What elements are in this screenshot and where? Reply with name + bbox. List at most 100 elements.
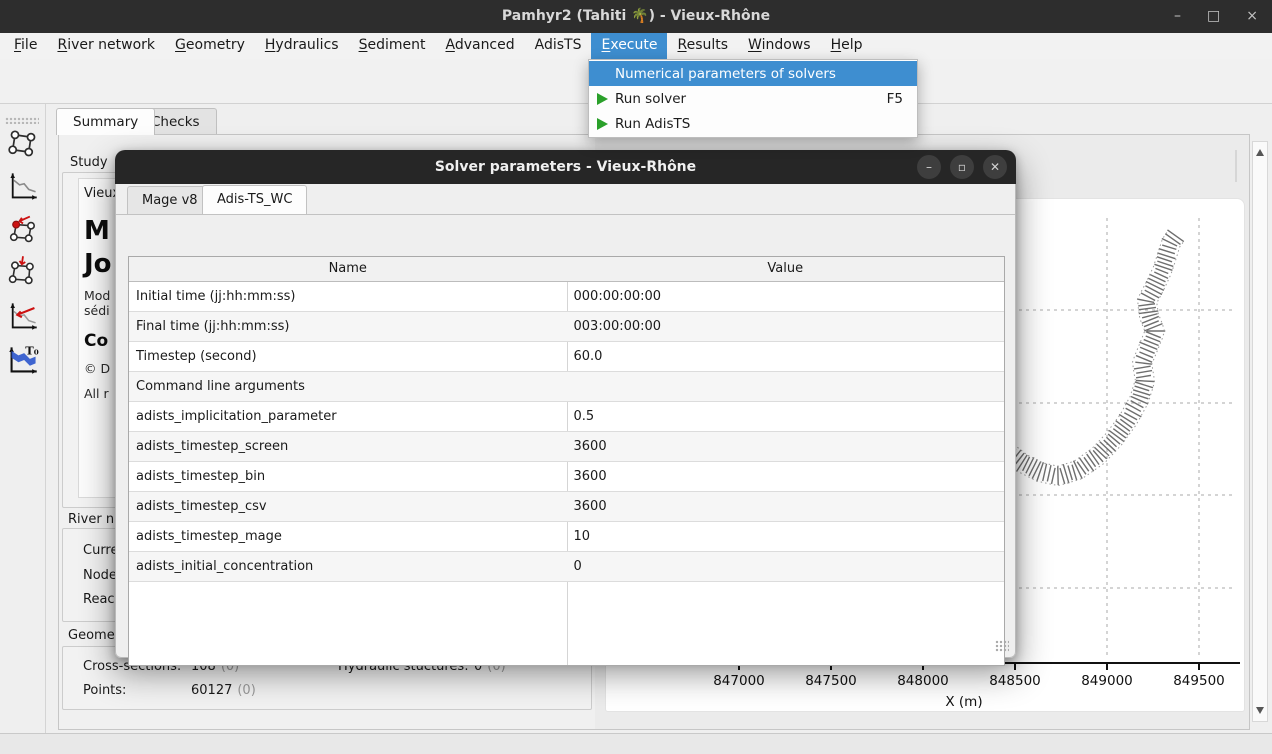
table-row[interactable]: Timestep (second)60.0 bbox=[129, 342, 1004, 372]
table-row[interactable]: Initial time (jj:hh:mm:ss)000:00:00:00 bbox=[129, 282, 1004, 312]
cross-section-mark bbox=[1126, 408, 1142, 417]
cross-section-mark bbox=[1137, 299, 1154, 302]
cross-section-mark bbox=[1139, 352, 1153, 358]
param-value-cell[interactable]: 000:00:00:00 bbox=[567, 282, 1005, 311]
menu-help[interactable]: Help bbox=[821, 33, 873, 59]
study-title-line1: M bbox=[84, 216, 110, 246]
profile-chart-button[interactable] bbox=[6, 168, 40, 204]
x-tick bbox=[1014, 664, 1016, 670]
cross-section-mark bbox=[1167, 230, 1183, 242]
menu-item-shortcut: F5 bbox=[887, 91, 903, 107]
cross-section-mark bbox=[1026, 457, 1034, 473]
cross-section-mark bbox=[1135, 386, 1150, 391]
menu-river-network[interactable]: River network bbox=[47, 33, 165, 59]
menu-file[interactable]: File bbox=[4, 33, 47, 59]
profile-arrow-icon bbox=[7, 300, 39, 332]
dialog-maximize-button[interactable]: ▫ bbox=[950, 155, 974, 179]
param-name-cell: adists_timestep_screen bbox=[129, 432, 567, 461]
x-tick bbox=[1106, 664, 1108, 670]
dialog-size-grip[interactable] bbox=[995, 640, 1009, 652]
menu-windows[interactable]: Windows bbox=[738, 33, 821, 59]
menu-item-run-solver[interactable]: Run solverF5 bbox=[589, 86, 917, 111]
table-row[interactable]: Command line arguments bbox=[129, 372, 1004, 402]
play-icon bbox=[595, 118, 613, 130]
param-value-cell[interactable]: 3600 bbox=[567, 462, 1005, 491]
x-tick-label: 849500 bbox=[1159, 673, 1239, 689]
cross-section-mark bbox=[1052, 468, 1056, 484]
execute-menu: Numerical parameters of solversRun solve… bbox=[588, 59, 918, 138]
study-desc-line1: Mod bbox=[84, 288, 110, 303]
param-value-cell[interactable]: 0.5 bbox=[567, 402, 1005, 431]
network-node-button[interactable] bbox=[6, 210, 40, 246]
initial-conditions-button[interactable]: T₀ bbox=[6, 342, 40, 378]
table-row[interactable]: adists_timestep_screen3600 bbox=[129, 432, 1004, 462]
header-value[interactable]: Value bbox=[567, 257, 1005, 281]
tab-summary[interactable]: Summary bbox=[56, 108, 155, 135]
dialog-titlebar[interactable]: Solver parameters - Vieux-Rhône – ▫ ✕ bbox=[115, 150, 1016, 184]
network-reach-button[interactable] bbox=[6, 252, 40, 288]
table-row[interactable]: adists_timestep_mage10 bbox=[129, 522, 1004, 552]
maximize-button[interactable]: □ bbox=[1207, 7, 1220, 25]
tab-adis-ts-wc[interactable]: Adis-TS_WC bbox=[202, 185, 307, 214]
close-button[interactable]: × bbox=[1246, 7, 1258, 25]
vertical-scrollbar[interactable] bbox=[1252, 141, 1268, 722]
study-title-line2: Jo bbox=[84, 249, 112, 279]
param-value-cell[interactable]: 003:00:00:00 bbox=[567, 312, 1005, 341]
dialog-close-button[interactable]: ✕ bbox=[983, 155, 1007, 179]
param-value-cell[interactable]: 10 bbox=[567, 522, 1005, 551]
network-edge-edit-icon bbox=[7, 254, 39, 286]
tab-mage-v8[interactable]: Mage v8 bbox=[127, 186, 213, 214]
dialog-minimize-button[interactable]: – bbox=[917, 155, 941, 179]
table-row[interactable]: adists_implicitation_parameter0.5 bbox=[129, 402, 1004, 432]
x-axis-title: X (m) bbox=[924, 694, 1004, 710]
table-row[interactable]: adists_initial_concentration0 bbox=[129, 552, 1004, 582]
cross-section-mark bbox=[1145, 286, 1161, 295]
menu-execute[interactable]: Execute bbox=[591, 33, 667, 59]
cross-section-mark bbox=[1116, 421, 1130, 431]
table-header[interactable]: Name Value bbox=[129, 257, 1004, 282]
profile-chart-icon bbox=[7, 170, 39, 202]
menu-item-numerical-parameters-of-solvers[interactable]: Numerical parameters of solvers bbox=[589, 61, 917, 86]
side-toolbar-grip[interactable] bbox=[5, 117, 39, 124]
study-subheading: Co bbox=[84, 331, 108, 351]
menu-hydraulics[interactable]: Hydraulics bbox=[255, 33, 349, 59]
cross-section-mark bbox=[1139, 311, 1159, 314]
header-name[interactable]: Name bbox=[129, 257, 567, 281]
cross-section-mark bbox=[1162, 245, 1176, 249]
scroll-down-arrow-icon[interactable] bbox=[1256, 707, 1264, 714]
minimize-button[interactable]: – bbox=[1174, 7, 1181, 25]
table-row[interactable]: adists_timestep_csv3600 bbox=[129, 492, 1004, 522]
cross-section-mark bbox=[1115, 425, 1129, 435]
river-network-button[interactable] bbox=[6, 126, 40, 162]
study-desc-line2: sédi bbox=[84, 303, 110, 318]
menu-geometry[interactable]: Geometry bbox=[165, 33, 255, 59]
cross-section-mark bbox=[1104, 440, 1116, 451]
param-value-cell[interactable] bbox=[567, 372, 1005, 401]
cross-section-mark bbox=[1079, 458, 1089, 472]
current-network-row: Curre bbox=[83, 543, 119, 558]
param-value-cell[interactable]: 3600 bbox=[567, 492, 1005, 521]
profile-edit-button[interactable] bbox=[6, 298, 40, 334]
param-value-cell[interactable]: 60.0 bbox=[567, 342, 1005, 371]
x-tick-label: 848000 bbox=[883, 673, 963, 689]
dialog-tabline bbox=[116, 214, 1015, 215]
menu-sediment[interactable]: Sediment bbox=[349, 33, 436, 59]
menu-item-icon-slot bbox=[595, 68, 613, 80]
param-value-cell[interactable]: 3600 bbox=[567, 432, 1005, 461]
menu-item-run-adists[interactable]: Run AdisTS bbox=[589, 111, 917, 136]
svg-text:T₀: T₀ bbox=[25, 344, 38, 357]
cross-section-mark bbox=[1144, 324, 1162, 331]
table-row[interactable]: Final time (jj:hh:mm:ss)003:00:00:00 bbox=[129, 312, 1004, 342]
param-name-cell: Initial time (jj:hh:mm:ss) bbox=[129, 282, 567, 311]
menu-adists[interactable]: AdisTS bbox=[525, 33, 592, 59]
param-value-cell[interactable]: 0 bbox=[567, 552, 1005, 581]
cross-section-mark bbox=[1159, 249, 1175, 254]
cross-section-mark bbox=[1135, 362, 1152, 364]
reaches-row: Reac bbox=[83, 592, 115, 607]
menu-advanced[interactable]: Advanced bbox=[435, 33, 524, 59]
table-row[interactable]: adists_timestep_bin3600 bbox=[129, 462, 1004, 492]
scroll-up-arrow-icon[interactable] bbox=[1256, 149, 1264, 156]
menu-results[interactable]: Results bbox=[667, 33, 738, 59]
study-group-label: Study bbox=[70, 155, 108, 170]
window-title: Pamhyr2 (Tahiti 🌴) - Vieux-Rhône bbox=[0, 8, 1272, 24]
